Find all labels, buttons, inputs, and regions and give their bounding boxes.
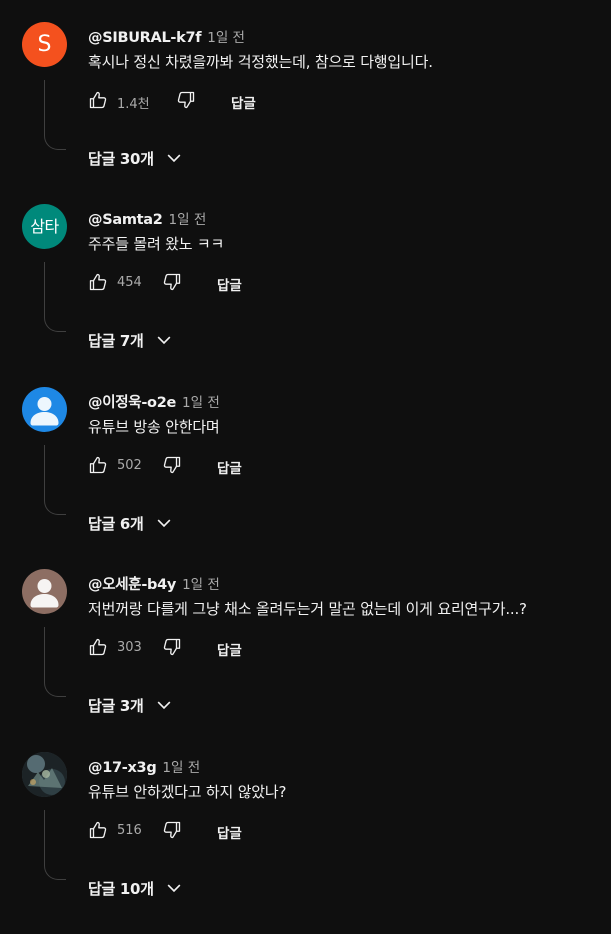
replies-count-label: 답글 7개 <box>88 331 144 350</box>
like-button[interactable] <box>88 90 108 110</box>
avatar-letter: S <box>37 31 52 57</box>
reply-button[interactable]: 답글 <box>217 639 242 659</box>
thread-connector <box>44 262 66 332</box>
dislike-button[interactable] <box>162 455 182 475</box>
comment-header: @SIBURAL-k7f 1일 전 <box>88 26 245 46</box>
thread-connector <box>44 810 66 880</box>
like-count: 1.4천 <box>117 97 150 112</box>
comment-text: 혹시나 정신 차렸을까봐 걱정했는데, 참으로 다행입니다. <box>88 53 433 71</box>
comment-time[interactable]: 1일 전 <box>182 391 220 411</box>
author-handle[interactable]: @SIBURAL-k7f <box>88 30 202 46</box>
view-replies-button[interactable]: 답글 30개 <box>88 146 184 170</box>
comment-actions: 502 답글 <box>88 455 348 479</box>
thread-connector <box>44 445 66 515</box>
thumb-up-icon <box>89 456 107 474</box>
author-handle[interactable]: @Samta2 <box>88 212 163 228</box>
comment-time[interactable]: 1일 전 <box>207 26 245 46</box>
reply-button[interactable]: 답글 <box>217 274 242 294</box>
avatar-text: 삼타 <box>30 216 59 236</box>
thumb-up-icon <box>89 273 107 291</box>
author-handle[interactable]: @이정욱-o2e <box>88 391 176 412</box>
reply-button[interactable]: 답글 <box>231 92 256 112</box>
like-count: 454 <box>117 275 142 290</box>
thread-connector <box>44 80 66 150</box>
comment-text: 유튜브 안하겠다고 하지 않았나? <box>88 783 287 801</box>
comment-thread: @이정욱-o2e 1일 전 유튜브 방송 안한다며 502 답글 답글 6개 <box>0 387 611 569</box>
like-count: 516 <box>117 823 142 838</box>
comment-thread: @오세훈-b4y 1일 전 저번꺼랑 다를게 그냥 채소 올려두는거 말곤 없는… <box>0 569 611 751</box>
dislike-button[interactable] <box>162 272 182 292</box>
author-handle[interactable]: @오세훈-b4y <box>88 573 176 594</box>
dislike-button[interactable] <box>162 820 182 840</box>
comment-text: 주주들 몰려 왔노 ㅋㅋ <box>88 235 225 253</box>
thumb-down-icon <box>163 638 181 656</box>
replies-count-label: 답글 10개 <box>88 879 154 898</box>
thumb-up-icon <box>89 638 107 656</box>
like-button[interactable] <box>88 820 108 840</box>
comment-text: 저번꺼랑 다를게 그냥 채소 올려두는거 말곤 없는데 이게 요리연구가...? <box>88 600 527 618</box>
chevron-down-icon <box>167 154 181 163</box>
reply-button[interactable]: 답글 <box>217 822 242 842</box>
like-count: 502 <box>117 458 142 473</box>
chevron-down-icon <box>167 884 181 893</box>
default-user-icon <box>30 397 59 426</box>
comment-time[interactable]: 1일 전 <box>182 573 220 593</box>
like-button[interactable] <box>88 272 108 292</box>
replies-count-label: 답글 3개 <box>88 696 144 715</box>
comment-header: @17-x3g 1일 전 <box>88 756 200 776</box>
view-replies-button[interactable]: 답글 7개 <box>88 328 174 352</box>
chevron-down-icon <box>157 519 170 528</box>
comment-actions: 516 답글 <box>88 820 348 844</box>
comment-header: @Samta2 1일 전 <box>88 208 206 228</box>
chevron-down-icon <box>157 701 170 710</box>
like-button[interactable] <box>88 637 108 657</box>
avatar[interactable] <box>22 387 67 432</box>
view-replies-button[interactable]: 답글 3개 <box>88 693 174 717</box>
author-handle[interactable]: @17-x3g <box>88 760 157 776</box>
comment-thread: S @SIBURAL-k7f 1일 전 혹시나 정신 차렸을까봐 걱정했는데, … <box>0 22 611 204</box>
comment-time[interactable]: 1일 전 <box>169 208 207 228</box>
reply-button[interactable]: 답글 <box>217 457 242 477</box>
thread-connector <box>44 627 66 697</box>
avatar[interactable] <box>22 752 67 797</box>
default-user-icon <box>30 579 59 608</box>
dislike-button[interactable] <box>176 90 196 110</box>
thumb-down-icon <box>163 456 181 474</box>
dislike-button[interactable] <box>162 637 182 657</box>
replies-count-label: 답글 30개 <box>88 149 154 168</box>
comment-time[interactable]: 1일 전 <box>162 756 200 776</box>
thumb-down-icon <box>163 273 181 291</box>
thumb-up-icon <box>89 91 107 109</box>
comment-thread: 삼타 @Samta2 1일 전 주주들 몰려 왔노 ㅋㅋ 454 답글 답글 7… <box>0 204 611 386</box>
comment-header: @이정욱-o2e 1일 전 <box>88 391 220 411</box>
comment-thread: @17-x3g 1일 전 유튜브 안하겠다고 하지 않았나? 516 답글 답글… <box>0 752 611 934</box>
like-button[interactable] <box>88 455 108 475</box>
chevron-down-icon <box>157 336 170 345</box>
thumb-down-icon <box>177 91 195 109</box>
thumb-up-icon <box>89 821 107 839</box>
comment-header: @오세훈-b4y 1일 전 <box>88 573 220 593</box>
view-replies-button[interactable]: 답글 10개 <box>88 876 184 900</box>
like-count: 303 <box>117 640 142 655</box>
avatar[interactable]: S <box>22 22 67 67</box>
profile-photo <box>22 752 67 797</box>
comment-text: 유튜브 방송 안한다며 <box>88 418 220 436</box>
replies-count-label: 답글 6개 <box>88 514 144 533</box>
comment-actions: 1.4천 답글 <box>88 90 348 114</box>
avatar[interactable] <box>22 569 67 614</box>
view-replies-button[interactable]: 답글 6개 <box>88 511 174 535</box>
thumb-down-icon <box>163 821 181 839</box>
comment-actions: 454 답글 <box>88 272 348 296</box>
comment-actions: 303 답글 <box>88 637 348 661</box>
avatar[interactable]: 삼타 <box>22 204 67 249</box>
